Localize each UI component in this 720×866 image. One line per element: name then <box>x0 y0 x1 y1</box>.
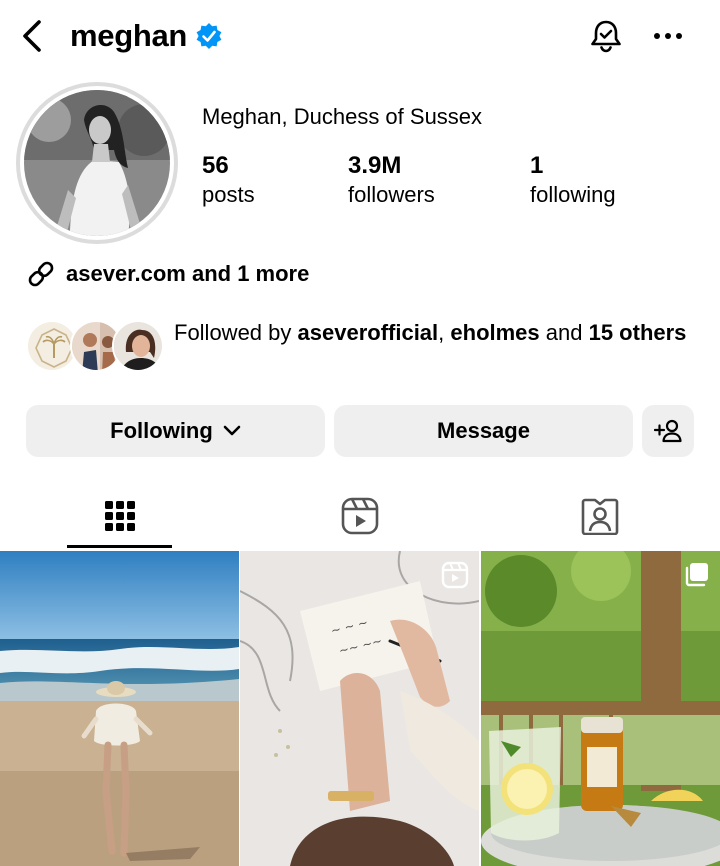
link-text: asever.com and 1 more <box>66 261 310 286</box>
followed-by-separator: , <box>438 320 451 345</box>
avatar-photo <box>24 90 170 236</box>
link-icon <box>28 261 54 287</box>
tab-reels[interactable] <box>240 486 480 546</box>
notifications-button[interactable] <box>584 14 628 58</box>
reels-icon <box>341 497 379 535</box>
profile-avatar[interactable] <box>16 82 178 244</box>
followed-by-row[interactable]: Followed by aseverofficial, eholmes and … <box>26 316 706 380</box>
carousel-icon <box>685 563 708 587</box>
carousel-badge <box>682 561 710 594</box>
top-bar: meghan <box>0 0 720 74</box>
following-button-label: Following <box>110 418 213 443</box>
followers-count: 3.9M <box>348 152 402 179</box>
followed-by-and: and <box>539 320 589 345</box>
suggested-users-button[interactable] <box>642 405 694 457</box>
reel-badge <box>441 561 469 594</box>
more-options-button[interactable] <box>646 14 690 58</box>
verified-badge-icon <box>196 23 222 49</box>
profile-link[interactable]: asever.com and 1 more <box>26 258 309 290</box>
followed-by-name-eholmes[interactable]: eholmes <box>450 320 539 345</box>
add-person-icon <box>654 419 682 443</box>
reels-badge-icon <box>441 561 469 589</box>
more-horizontal-icon <box>654 33 682 39</box>
post-tile-beach[interactable] <box>0 551 239 866</box>
following-count: 1 <box>530 152 544 179</box>
tab-tagged[interactable] <box>480 486 720 546</box>
posts-stat[interactable]: 56 posts <box>202 152 255 210</box>
followed-by-others[interactable]: 15 others <box>589 320 687 345</box>
posts-count: 56 <box>202 152 229 179</box>
post-tile-lemonade[interactable] <box>481 551 720 866</box>
followed-by-prefix: Followed by <box>174 320 298 345</box>
back-button[interactable] <box>14 16 50 56</box>
following-stat[interactable]: 1 following <box>530 152 616 210</box>
tab-posts-grid[interactable] <box>0 486 240 546</box>
following-button[interactable]: Following <box>26 405 325 457</box>
bell-check-icon <box>591 20 621 53</box>
username-title: meghan <box>70 18 188 53</box>
posts-label: posts <box>202 182 255 207</box>
followers-label: followers <box>348 182 435 207</box>
post-tile-calligraphy[interactable]: ~ ~ ~ ~~ ~~ <box>240 551 479 866</box>
message-button[interactable]: Message <box>334 405 633 457</box>
grid-icon <box>105 501 135 531</box>
username-title-wrap: meghan <box>70 16 223 56</box>
profile-full-name: Meghan, Duchess of Sussex <box>202 104 483 129</box>
message-button-label: Message <box>437 418 530 443</box>
followers-stat[interactable]: 3.9M followers <box>348 152 435 210</box>
chevron-down-icon <box>223 425 241 436</box>
chevron-left-icon <box>23 20 41 52</box>
active-tab-indicator <box>67 545 172 548</box>
follower-avatar-other <box>112 320 164 372</box>
followed-by-text: Followed by aseverofficial, eholmes and … <box>174 318 694 347</box>
followed-by-name-aseverofficial[interactable]: aseverofficial <box>298 320 439 345</box>
following-label: following <box>530 182 616 207</box>
tagged-person-icon <box>581 498 619 535</box>
